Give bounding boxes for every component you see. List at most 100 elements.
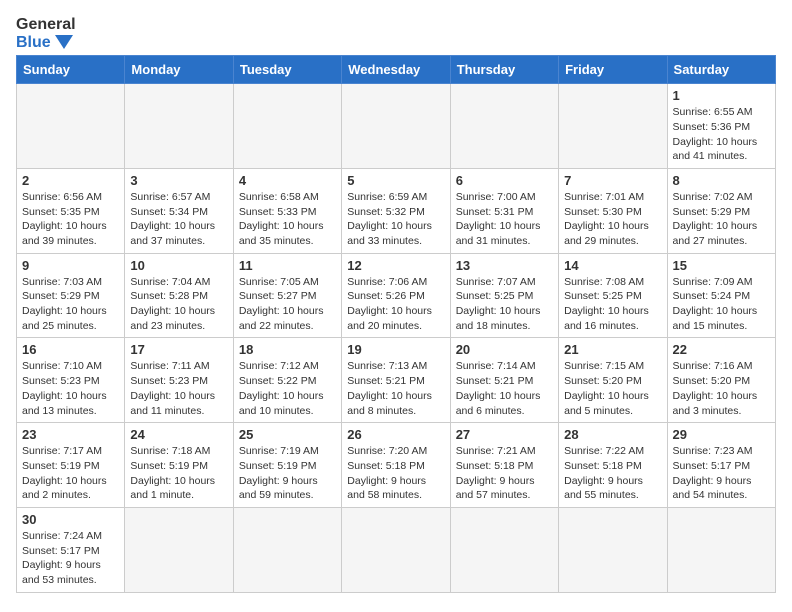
calendar-cell <box>125 507 233 592</box>
calendar-cell: 16 Sunrise: 7:10 AM Sunset: 5:23 PM Dayli… <box>17 338 125 423</box>
day-number: 6 <box>456 173 553 188</box>
calendar-cell: 5 Sunrise: 6:59 AM Sunset: 5:32 PM Daylig… <box>342 168 450 253</box>
calendar-cell: 21Sunrise: 7:15 AM Sunset: 5:20 PM Dayli… <box>559 338 667 423</box>
day-number: 11 <box>239 258 336 273</box>
calendar-cell <box>125 84 233 169</box>
calendar-cell: 4 Sunrise: 6:58 AM Sunset: 5:33 PM Daylig… <box>233 168 341 253</box>
day-info: Sunrise: 7:17 AM Sunset: 5:19 PM Dayligh… <box>22 444 119 503</box>
day-number: 16 <box>22 342 119 357</box>
day-number: 1 <box>673 88 770 103</box>
calendar-cell: 30 Sunrise: 7:24 AM Sunset: 5:17 PM Dayli… <box>17 507 125 592</box>
day-info: Sunrise: 6:58 AM Sunset: 5:33 PM Dayligh… <box>239 190 336 249</box>
day-info: Sunrise: 7:21 AM Sunset: 5:18 PM Dayligh… <box>456 444 553 503</box>
calendar-cell: 3 Sunrise: 6:57 AM Sunset: 5:34 PM Daylig… <box>125 168 233 253</box>
day-info: Sunrise: 7:10 AM Sunset: 5:23 PM Dayligh… <box>22 359 119 418</box>
day-number: 20 <box>456 342 553 357</box>
day-info: Sunrise: 6:55 AM Sunset: 5:36 PM Dayligh… <box>673 105 770 164</box>
day-number: 21 <box>564 342 661 357</box>
calendar-cell: 12 Sunrise: 7:06 AM Sunset: 5:26 PM Dayli… <box>342 253 450 338</box>
calendar-week-row: 23 Sunrise: 7:17 AM Sunset: 5:19 PM Dayli… <box>17 423 776 508</box>
day-number: 9 <box>22 258 119 273</box>
logo-general: General <box>16 16 76 34</box>
day-number: 5 <box>347 173 444 188</box>
calendar-cell: 10 Sunrise: 7:04 AM Sunset: 5:28 PM Dayli… <box>125 253 233 338</box>
calendar-cell: 13 Sunrise: 7:07 AM Sunset: 5:25 PM Dayli… <box>450 253 558 338</box>
day-number: 18 <box>239 342 336 357</box>
calendar-cell <box>233 507 341 592</box>
day-number: 3 <box>130 173 227 188</box>
calendar-cell <box>342 507 450 592</box>
calendar-cell: 29Sunrise: 7:23 AM Sunset: 5:17 PM Dayli… <box>667 423 775 508</box>
day-number: 17 <box>130 342 227 357</box>
calendar-cell <box>233 84 341 169</box>
calendar-header-thursday: Thursday <box>450 56 558 84</box>
calendar-header-sunday: Sunday <box>17 56 125 84</box>
day-number: 26 <box>347 427 444 442</box>
calendar-cell: 14Sunrise: 7:08 AM Sunset: 5:25 PM Dayli… <box>559 253 667 338</box>
calendar-cell: 17 Sunrise: 7:11 AM Sunset: 5:23 PM Dayli… <box>125 338 233 423</box>
calendar-cell: 28Sunrise: 7:22 AM Sunset: 5:18 PM Dayli… <box>559 423 667 508</box>
logo: GeneralBlue <box>16 16 76 51</box>
day-info: Sunrise: 7:16 AM Sunset: 5:20 PM Dayligh… <box>673 359 770 418</box>
day-number: 10 <box>130 258 227 273</box>
day-number: 24 <box>130 427 227 442</box>
day-info: Sunrise: 7:11 AM Sunset: 5:23 PM Dayligh… <box>130 359 227 418</box>
day-info: Sunrise: 7:19 AM Sunset: 5:19 PM Dayligh… <box>239 444 336 503</box>
calendar-cell: 1 Sunrise: 6:55 AM Sunset: 5:36 PM Daylig… <box>667 84 775 169</box>
calendar-cell: 15 Sunrise: 7:09 AM Sunset: 5:24 PM Dayli… <box>667 253 775 338</box>
calendar: SundayMondayTuesdayWednesdayThursdayFrid… <box>16 55 776 593</box>
day-info: Sunrise: 7:14 AM Sunset: 5:21 PM Dayligh… <box>456 359 553 418</box>
generalblue-triangle-icon <box>55 35 73 49</box>
calendar-cell: 27 Sunrise: 7:21 AM Sunset: 5:18 PM Dayli… <box>450 423 558 508</box>
calendar-cell <box>450 507 558 592</box>
day-info: Sunrise: 7:23 AM Sunset: 5:17 PM Dayligh… <box>673 444 770 503</box>
logo-blue-text: Blue <box>16 34 51 52</box>
calendar-cell <box>667 507 775 592</box>
day-info: Sunrise: 7:09 AM Sunset: 5:24 PM Dayligh… <box>673 275 770 334</box>
day-number: 13 <box>456 258 553 273</box>
day-number: 30 <box>22 512 119 527</box>
day-info: Sunrise: 7:05 AM Sunset: 5:27 PM Dayligh… <box>239 275 336 334</box>
calendar-cell: 7Sunrise: 7:01 AM Sunset: 5:30 PM Daylig… <box>559 168 667 253</box>
day-info: Sunrise: 7:00 AM Sunset: 5:31 PM Dayligh… <box>456 190 553 249</box>
calendar-cell: 23 Sunrise: 7:17 AM Sunset: 5:19 PM Dayli… <box>17 423 125 508</box>
calendar-cell: 18 Sunrise: 7:12 AM Sunset: 5:22 PM Dayli… <box>233 338 341 423</box>
calendar-header-wednesday: Wednesday <box>342 56 450 84</box>
day-number: 22 <box>673 342 770 357</box>
day-info: Sunrise: 7:02 AM Sunset: 5:29 PM Dayligh… <box>673 190 770 249</box>
calendar-cell: 8 Sunrise: 7:02 AM Sunset: 5:29 PM Daylig… <box>667 168 775 253</box>
day-number: 8 <box>673 173 770 188</box>
calendar-cell: 6 Sunrise: 7:00 AM Sunset: 5:31 PM Daylig… <box>450 168 558 253</box>
calendar-week-row: 30 Sunrise: 7:24 AM Sunset: 5:17 PM Dayli… <box>17 507 776 592</box>
calendar-week-row: 16 Sunrise: 7:10 AM Sunset: 5:23 PM Dayli… <box>17 338 776 423</box>
day-number: 2 <box>22 173 119 188</box>
day-number: 15 <box>673 258 770 273</box>
day-number: 27 <box>456 427 553 442</box>
day-info: Sunrise: 6:59 AM Sunset: 5:32 PM Dayligh… <box>347 190 444 249</box>
day-info: Sunrise: 7:07 AM Sunset: 5:25 PM Dayligh… <box>456 275 553 334</box>
calendar-cell: 2 Sunrise: 6:56 AM Sunset: 5:35 PM Daylig… <box>17 168 125 253</box>
calendar-header-tuesday: Tuesday <box>233 56 341 84</box>
day-number: 12 <box>347 258 444 273</box>
calendar-cell: 24 Sunrise: 7:18 AM Sunset: 5:19 PM Dayli… <box>125 423 233 508</box>
calendar-cell <box>342 84 450 169</box>
calendar-week-row: 2 Sunrise: 6:56 AM Sunset: 5:35 PM Daylig… <box>17 168 776 253</box>
calendar-cell <box>559 84 667 169</box>
day-info: Sunrise: 7:13 AM Sunset: 5:21 PM Dayligh… <box>347 359 444 418</box>
day-number: 19 <box>347 342 444 357</box>
calendar-week-row: 9Sunrise: 7:03 AM Sunset: 5:29 PM Daylig… <box>17 253 776 338</box>
day-info: Sunrise: 7:01 AM Sunset: 5:30 PM Dayligh… <box>564 190 661 249</box>
day-number: 4 <box>239 173 336 188</box>
day-info: Sunrise: 7:06 AM Sunset: 5:26 PM Dayligh… <box>347 275 444 334</box>
day-info: Sunrise: 7:24 AM Sunset: 5:17 PM Dayligh… <box>22 529 119 588</box>
day-info: Sunrise: 7:18 AM Sunset: 5:19 PM Dayligh… <box>130 444 227 503</box>
day-info: Sunrise: 7:08 AM Sunset: 5:25 PM Dayligh… <box>564 275 661 334</box>
calendar-cell: 9Sunrise: 7:03 AM Sunset: 5:29 PM Daylig… <box>17 253 125 338</box>
day-info: Sunrise: 7:12 AM Sunset: 5:22 PM Dayligh… <box>239 359 336 418</box>
day-number: 25 <box>239 427 336 442</box>
day-info: Sunrise: 6:57 AM Sunset: 5:34 PM Dayligh… <box>130 190 227 249</box>
day-info: Sunrise: 7:04 AM Sunset: 5:28 PM Dayligh… <box>130 275 227 334</box>
day-number: 23 <box>22 427 119 442</box>
day-info: Sunrise: 6:56 AM Sunset: 5:35 PM Dayligh… <box>22 190 119 249</box>
calendar-cell: 26Sunrise: 7:20 AM Sunset: 5:18 PM Dayli… <box>342 423 450 508</box>
